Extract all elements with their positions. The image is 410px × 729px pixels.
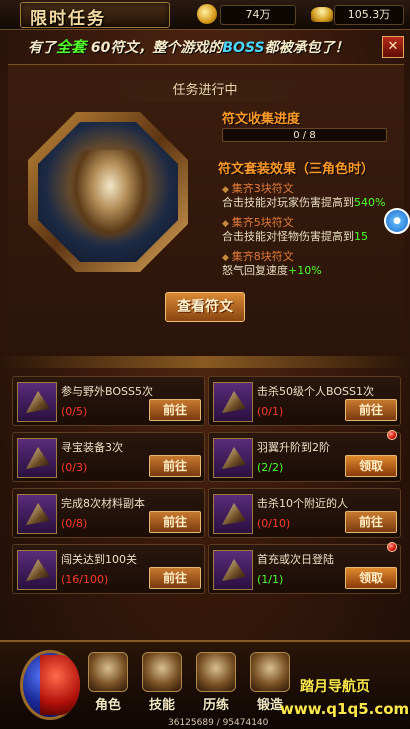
nav-skill[interactable]: 技能 [140, 652, 184, 718]
health-orb-icon [40, 655, 80, 715]
task-progress: (1/1) [257, 573, 284, 586]
task-card: 完成8次材料副本 (0/8) 前往 [12, 488, 205, 538]
task-progress: (0/8) [61, 517, 88, 530]
task-card: 羽翼升阶到2阶 (2/2) 领取 [208, 430, 401, 482]
task-go-button[interactable]: 前往 [345, 399, 397, 421]
task-progress: (0/10) [257, 517, 291, 530]
task-card: 寻宝装备3次 (0/3) 前往 [12, 432, 205, 482]
task-claim-button[interactable]: 领取 [345, 567, 397, 589]
rune-set-title: 符文套装效果（三角色时） [218, 162, 375, 177]
section-divider [0, 356, 410, 368]
task-item-icon [213, 550, 253, 590]
training-icon [196, 652, 236, 692]
task-progress: (0/1) [257, 405, 284, 418]
task-name: 击杀50级个人BOSS1次 [257, 385, 374, 398]
ingot-amount: 105.3万 [334, 5, 404, 25]
task-name: 完成8次材料副本 [61, 497, 145, 510]
notification-dot [387, 542, 397, 552]
task-card: 闯关达到100关 (16/100) 前往 [12, 544, 205, 594]
task-card: 击杀50级个人BOSS1次 (0/1) 前往 [208, 376, 401, 426]
task-name: 闯关达到100关 [61, 553, 137, 566]
task-status-label: 任务进行中 [110, 80, 300, 102]
nav-label: 历练 [202, 698, 229, 713]
banner-part2: 60符文，整个游戏的 [86, 40, 223, 56]
forge-icon [250, 652, 290, 692]
task-item-icon [17, 382, 57, 422]
task-name: 寻宝装备3次 [61, 441, 123, 454]
gold-coin-icon [197, 4, 217, 24]
task-item-icon [213, 438, 253, 478]
boss-head-icon [70, 150, 150, 240]
banner-part3: 都被承包了！ [264, 40, 349, 56]
close-button[interactable]: ✕ [382, 36, 404, 58]
watermark-title: 踏月导航页 [300, 679, 370, 695]
banner-highlight-boss: BOSS [222, 40, 265, 56]
set-8-desc: 怒气回复速度+10% [222, 264, 322, 277]
task-item-icon [213, 382, 253, 422]
task-item-icon [17, 438, 57, 478]
task-card: 参与野外BOSS5次 (0/5) 前往 [12, 376, 205, 426]
task-name: 羽翼升阶到2阶 [257, 441, 330, 454]
set-5-value: 15 [354, 230, 368, 243]
exp-readout: 36125689 / 95474140 [168, 718, 269, 728]
task-item-icon [213, 494, 253, 534]
task-go-button[interactable]: 前往 [149, 567, 201, 589]
page-title: 限时任务 [30, 9, 106, 29]
nav-label: 技能 [148, 698, 175, 713]
task-card: 击杀10个附近的人 (0/10) 前往 [208, 488, 401, 538]
watermark-url: www.q1q5.com [280, 700, 410, 718]
nav-character[interactable]: 角色 [86, 652, 130, 718]
banner-highlight-full-set: 全套 [56, 38, 87, 56]
task-progress: (0/5) [61, 405, 88, 418]
gold-amount: 74万 [220, 5, 296, 25]
task-item-icon [17, 494, 57, 534]
notification-dot [387, 430, 397, 440]
task-card: 首充或次日登陆 (1/1) 领取 [208, 542, 401, 594]
float-assistant-icon[interactable]: ● [384, 208, 410, 234]
game-screen: 限时任务 74万 105.3万 有了全套 60符文，整个游戏的BOSS都被承包了… [0, 0, 410, 729]
task-name: 参与野外BOSS5次 [61, 385, 153, 398]
nav-label: 角色 [94, 698, 121, 713]
set-8-value: +10% [288, 264, 322, 277]
task-name: 击杀10个附近的人 [257, 497, 348, 510]
set-3-value: 540% [354, 196, 386, 209]
task-go-button[interactable]: 前往 [149, 511, 201, 533]
rune-progress-title: 符文收集进度 [222, 112, 301, 127]
task-go-button[interactable]: 前往 [345, 511, 397, 533]
task-go-button[interactable]: 前往 [149, 455, 201, 477]
set-3-desc: 合击技能对玩家伤害提高到540% [222, 196, 386, 209]
rune-progress-bar: 0 / 8 [222, 128, 387, 142]
nav-training[interactable]: 历练 [194, 652, 238, 718]
task-progress: (2/2) [257, 461, 284, 474]
skill-icon [142, 652, 182, 692]
ingot-icon [311, 7, 333, 22]
task-item-icon [17, 550, 57, 590]
promo-banner: 有了全套 60符文，整个游戏的BOSS都被承包了！ [0, 32, 410, 62]
task-progress: (16/100) [61, 573, 109, 586]
task-name: 首充或次日登陆 [257, 553, 334, 566]
warrior-icon [88, 652, 128, 692]
task-go-button[interactable]: 前往 [149, 399, 201, 421]
rune-progress-text: 0 / 8 [293, 130, 316, 141]
task-claim-button[interactable]: 领取 [345, 455, 397, 477]
set-5-desc: 合击技能对怪物伤害提高到15 [222, 230, 368, 243]
banner-part1: 有了 [28, 40, 56, 56]
view-runes-button[interactable]: 查看符文 [165, 292, 245, 322]
task-progress: (0/3) [61, 461, 88, 474]
